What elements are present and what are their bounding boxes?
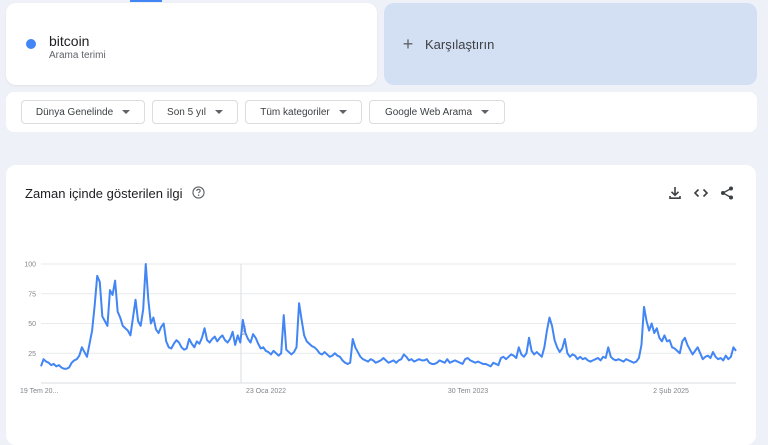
plus-icon: +	[402, 33, 414, 54]
interest-over-time-card: Zaman içinde gösterilen ilgi 25 50 75 100 19…	[6, 165, 756, 445]
compare-button[interactable]: + Karşılaştırın	[384, 3, 757, 85]
top-tab-indicator	[130, 0, 162, 2]
region-dropdown[interactable]: Dünya Genelinde	[21, 100, 145, 124]
caret-down-icon	[214, 110, 223, 114]
source-label: Google Web Arama	[384, 106, 473, 118]
y-tick-label: 25	[28, 351, 36, 358]
caret-down-icon	[122, 110, 131, 114]
x-tick-label: 30 Tem 2023	[448, 388, 488, 395]
x-tick-label: 23 Oca 2022	[246, 388, 286, 395]
period-label: Son 5 yıl	[167, 106, 206, 118]
search-term-name: bitcoin	[49, 33, 90, 49]
caret-down-icon	[338, 110, 347, 114]
region-label: Dünya Genelinde	[35, 106, 114, 118]
term-color-dot	[26, 39, 36, 49]
filter-bar: Dünya Genelinde Son 5 yıl Tüm kategorile…	[6, 92, 757, 132]
x-tick-label: 2 Şub 2025	[653, 388, 689, 395]
caret-down-icon	[481, 110, 490, 114]
category-label: Tüm kategoriler	[260, 106, 330, 118]
y-tick-label: 100	[24, 262, 36, 269]
y-tick-label: 50	[28, 321, 36, 328]
x-tick-label: 19 Tem 20...	[20, 388, 58, 395]
y-tick-label: 75	[28, 291, 36, 298]
interest-line-chart[interactable]: 25 50 75 100 19 Tem 20... 23 Oca 2022 30 Tem 2…	[6, 165, 756, 425]
search-term-card[interactable]: bitcoin Arama terimi	[6, 3, 377, 85]
source-dropdown[interactable]: Google Web Arama	[369, 100, 505, 124]
category-dropdown[interactable]: Tüm kategoriler	[245, 100, 362, 124]
period-dropdown[interactable]: Son 5 yıl	[152, 100, 238, 124]
search-term-type: Arama terimi	[49, 50, 106, 61]
compare-label: Karşılaştırın	[425, 36, 495, 52]
